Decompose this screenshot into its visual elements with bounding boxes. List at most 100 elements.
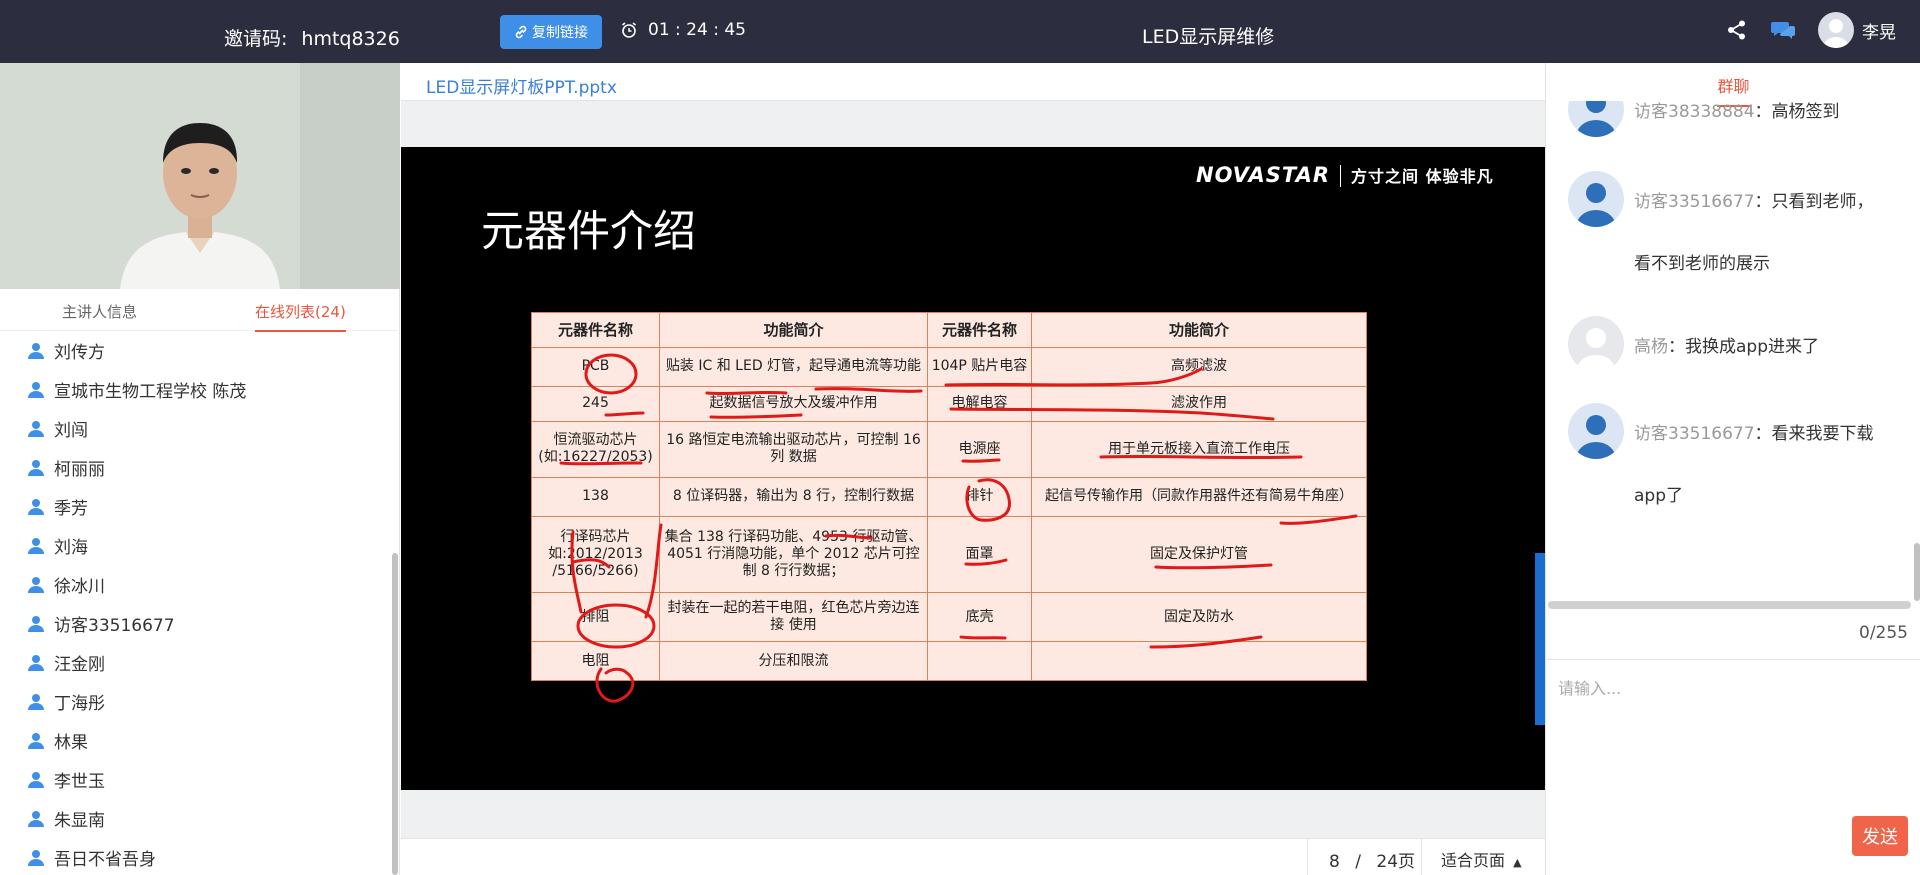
copy-link-button[interactable]: 复制链接 <box>500 15 602 49</box>
sender-avatar <box>1568 171 1624 227</box>
pager-divider-right <box>1421 839 1422 875</box>
link-icon <box>515 25 527 39</box>
message-body: ：看来我要下载 <box>1754 424 1874 444</box>
session-timer: 01 : 24 : 45 <box>620 20 746 40</box>
char-counter: 0/255 <box>1859 623 1908 643</box>
user-name-label: 访客33516677 <box>54 616 175 636</box>
message-sender: 高杨 <box>1634 337 1668 357</box>
user-name-label: 李世玉 <box>54 772 105 792</box>
list-item[interactable]: 汪金刚 <box>0 643 392 682</box>
user-icon <box>28 694 44 710</box>
sender-avatar <box>1568 403 1624 459</box>
user-name-label: 刘传方 <box>54 343 105 363</box>
list-item[interactable]: 林果 <box>0 721 392 760</box>
presenter-person-image <box>0 63 400 289</box>
chat-vertical-scrollbar[interactable] <box>1914 543 1920 601</box>
left-tabs: 主讲人信息 在线列表(24) <box>0 289 400 332</box>
tab-group-chat[interactable]: 群聊 <box>1546 63 1920 107</box>
user-name-label: 刘闯 <box>54 421 88 441</box>
user-avatar-icon <box>1576 328 1616 372</box>
alarm-clock-icon <box>622 22 636 38</box>
user-name-label: 朱显南 <box>54 811 105 831</box>
list-item[interactable]: 丁海彤 <box>0 682 392 721</box>
invite-code-value: hmtq8326 <box>301 28 400 50</box>
chat-messages: 访客38338884：高杨签到访客33516677：只看到老师， 看不到老师的展示… <box>1546 101 1914 601</box>
current-page[interactable]: 8 <box>1329 852 1340 872</box>
user-icon <box>28 343 44 359</box>
user-icon <box>28 655 44 671</box>
user-icon <box>28 538 44 554</box>
user-name-label: 柯丽丽 <box>54 460 105 480</box>
side-handle[interactable] <box>1535 553 1545 725</box>
online-user-list: 刘传方宣城市生物工程学校 陈茂刘闯柯丽丽季芳刘海徐冰川访客33516677 汪金刚… <box>0 331 392 875</box>
user-name: 李晃 <box>1862 22 1896 43</box>
user-icon <box>28 499 44 515</box>
top-bar: 邀请码: hmtq8326 复制链接 01 : 24 : 45 LED显示屏维修 … <box>0 0 1920 63</box>
left-scrollbar[interactable] <box>392 553 398 875</box>
list-item[interactable]: 访客33516677 <box>0 604 392 643</box>
message-body: ：我换成app进来了 <box>1668 337 1819 357</box>
chat-horizontal-scrollbar[interactable] <box>1548 601 1911 609</box>
invite-label: 邀请码: <box>224 28 288 50</box>
user-icon <box>28 382 44 398</box>
fit-page-label: 适合页面 <box>1441 851 1506 870</box>
page-separator: / <box>1355 852 1361 872</box>
presenter-video <box>0 63 400 289</box>
sender-avatar <box>1568 316 1624 372</box>
group-chat-label: 群聊 <box>1717 73 1750 107</box>
course-title: LED显示屏维修 <box>1142 26 1275 48</box>
user-name-label: 吾日不省吾身 <box>54 850 156 870</box>
file-name-link[interactable]: LED显示屏灯板PPT.pptx <box>426 73 617 98</box>
copy-link-label: 复制链接 <box>532 25 588 41</box>
list-item[interactable]: 柯丽丽 <box>0 448 392 487</box>
message-continuation: app了 <box>1634 486 1683 506</box>
share-icon[interactable] <box>1726 19 1748 41</box>
list-item[interactable]: 宣城市生物工程学校 陈茂 <box>0 370 392 409</box>
pager-divider-left <box>1307 839 1308 875</box>
user-icon <box>28 850 44 866</box>
user-icon <box>28 616 44 632</box>
list-item[interactable]: 徐冰川 <box>0 565 392 604</box>
user-name-label: 汪金刚 <box>54 655 105 675</box>
list-item[interactable]: 李世玉 <box>0 760 392 799</box>
caret-up-icon: ▲ <box>1513 856 1522 869</box>
message-sender: 访客33516677 <box>1634 192 1755 212</box>
list-item[interactable]: 刘海 <box>0 526 392 565</box>
chat-input[interactable] <box>1558 674 1898 702</box>
message-text: 高杨：我换成app进来了 <box>1634 332 1819 357</box>
user-name-label: 刘海 <box>54 538 88 558</box>
message-sender: 访客33516677 <box>1634 424 1755 444</box>
user-avatar[interactable] <box>1818 12 1854 48</box>
list-item[interactable]: 季芳 <box>0 487 392 526</box>
tab-presenter-info[interactable]: 主讲人信息 <box>62 301 137 322</box>
sender-avatar <box>1568 101 1624 137</box>
document-viewer: LED显示屏灯板PPT.pptx NOVASTAR 方寸之间 体验非凡 元器件介绍… <box>401 63 1545 875</box>
left-panel: 主讲人信息 在线列表(24) 刘传方宣城市生物工程学校 陈茂刘闯柯丽丽季芳刘海徐… <box>0 63 400 875</box>
tab-online-list[interactable]: 在线列表(24) <box>255 301 346 332</box>
fit-page-dropdown[interactable]: 适合页面 ▲ <box>1441 847 1522 871</box>
user-name-label: 徐冰川 <box>54 577 105 597</box>
user-icon <box>28 733 44 749</box>
list-item[interactable]: 刘闯 <box>0 409 392 448</box>
list-item[interactable]: 刘传方 <box>0 331 392 370</box>
pager-bar: 8 / 24页 适合页面 ▲ <box>401 838 1545 875</box>
list-item[interactable]: 朱显南 <box>0 799 392 838</box>
user-name-label: 丁海彤 <box>54 694 105 714</box>
slide-canvas: NOVASTAR 方寸之间 体验非凡 元器件介绍 元器件名称 功能简介 元器件名称 功能… <box>401 147 1545 790</box>
send-button[interactable]: 发送 <box>1852 816 1908 856</box>
annotation-strokes <box>559 353 1358 703</box>
message-text: 访客33516677：只看到老师， <box>1634 187 1874 212</box>
user-avatar-icon <box>1823 19 1849 48</box>
message-text: 访客38338884：高杨签到 <box>1634 101 1840 122</box>
chat-bubbles-icon[interactable] <box>1770 19 1796 41</box>
user-name-label: 季芳 <box>54 499 88 519</box>
user-icon <box>28 577 44 593</box>
message-body: ：高杨签到 <box>1754 102 1840 122</box>
chat-panel: 群聊 访客38338884：高杨签到访客33516677：只看到老师， 看不到老师… <box>1545 63 1920 875</box>
timer-value: 01 : 24 : 45 <box>648 20 746 40</box>
list-item[interactable]: 吾日不省吾身 <box>0 838 392 875</box>
message-continuation: 看不到老师的展示 <box>1634 254 1770 274</box>
user-icon <box>28 772 44 788</box>
user-name-label: 林果 <box>54 733 88 753</box>
user-icon <box>28 460 44 476</box>
